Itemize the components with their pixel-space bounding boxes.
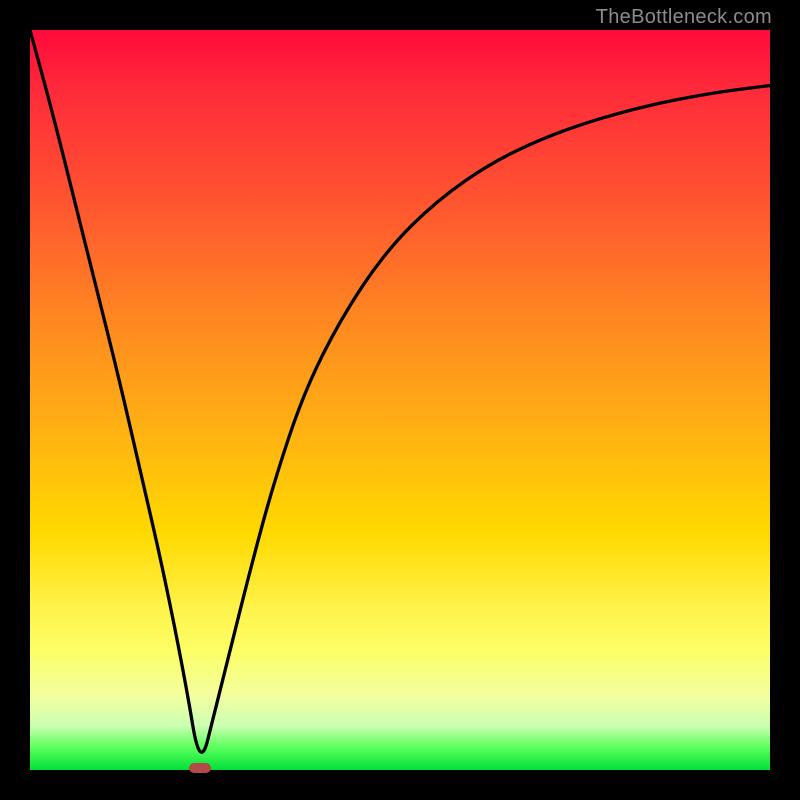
- curve-path: [30, 30, 770, 752]
- plot-area: [30, 30, 770, 770]
- chart-frame: TheBottleneck.com: [0, 0, 800, 800]
- minimum-marker: [189, 763, 211, 773]
- watermark-text: TheBottleneck.com: [596, 6, 772, 29]
- bottleneck-curve: [30, 30, 770, 770]
